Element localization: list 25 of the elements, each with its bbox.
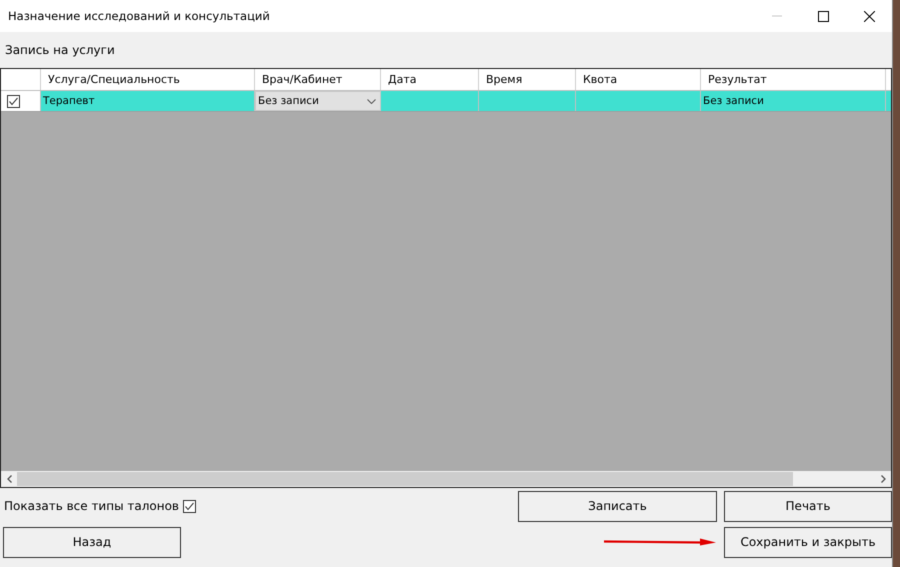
horizontal-scrollbar[interactable] — [1, 471, 891, 487]
table-row[interactable]: Терапевт Без записи Без записи — [1, 91, 891, 112]
column-header[interactable]: Дата — [381, 69, 479, 90]
scroll-right-icon[interactable] — [880, 475, 886, 483]
save-close-button[interactable]: Сохранить и закрыть — [724, 526, 892, 558]
column-header[interactable]: Результат — [701, 69, 886, 90]
column-header[interactable]: Квота — [576, 69, 701, 90]
column-header[interactable]: Время — [479, 69, 576, 90]
close-icon[interactable] — [864, 10, 874, 22]
checkbox-label: Показать все типы талонов — [4, 499, 179, 513]
section-label: Запись на услуги — [5, 43, 115, 57]
scroll-left-icon[interactable] — [6, 475, 12, 483]
column-header[interactable]: Врач/Кабинет — [255, 69, 381, 90]
maximize-icon[interactable] — [818, 10, 828, 22]
table-cell: Без записи — [701, 91, 886, 111]
record-button[interactable]: Записать — [518, 490, 717, 522]
scrollbar-thumb[interactable] — [17, 472, 793, 486]
back-button[interactable]: Назад — [3, 526, 181, 558]
chevron-icon — [367, 98, 376, 104]
print-button[interactable]: Печать — [724, 490, 892, 522]
window-title: Назначение исследований и консультаций — [8, 9, 271, 23]
row-checkbox[interactable] — [7, 94, 20, 108]
checkbox[interactable] — [182, 500, 196, 512]
column-header[interactable]: Услуга/Специальность — [41, 69, 255, 90]
dropdown-field[interactable]: Без записи — [255, 91, 381, 111]
